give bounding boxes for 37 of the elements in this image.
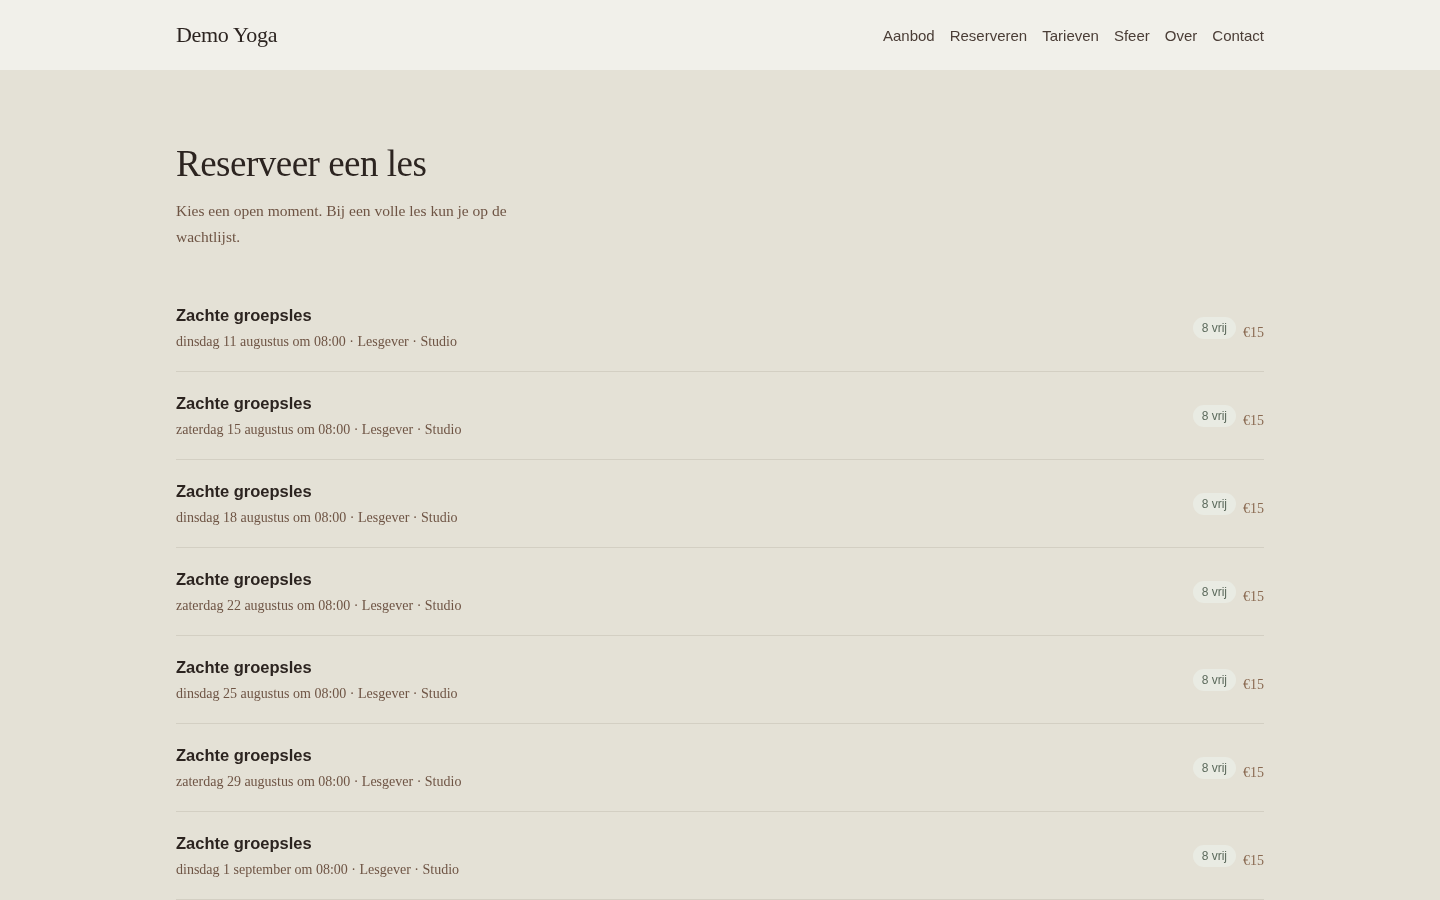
class-details: dinsdag 18 augustus om 08:00 · Lesgever · Studio	[176, 509, 458, 527]
nav-link[interactable]: Tarieven	[1042, 26, 1099, 44]
price: €15	[1243, 853, 1264, 869]
nav-link[interactable]: Reserveren	[949, 26, 1028, 44]
availability-badge: 8 vrij	[1192, 757, 1236, 779]
availability-badge: 8 vrij	[1192, 669, 1236, 691]
site-logo[interactable]: Demo Yoga	[176, 22, 278, 48]
price: €15	[1243, 765, 1264, 781]
class-details: zaterdag 29 augustus om 08:00 · Lesgever · Studio	[176, 773, 462, 791]
class-title: Zachte groepsles	[176, 833, 313, 854]
nav-link[interactable]: Over	[1164, 26, 1198, 44]
class-title: Zachte groepsles	[176, 657, 313, 678]
availability-badge: 8 vrij	[1192, 581, 1236, 603]
price: €15	[1243, 589, 1264, 605]
intro-text: Kies een open moment. Bij een volle les kun je op de wachtlijst.	[176, 201, 508, 247]
class-details: dinsdag 25 augustus om 08:00 · Lesgever · Studio	[176, 685, 458, 703]
class-title: Zachte groepsles	[176, 569, 313, 590]
availability-badge: 8 vrij	[1192, 845, 1236, 867]
class-title: Zachte groepsles	[176, 393, 313, 414]
class-title: Zachte groepsles	[176, 481, 313, 502]
availability-badge: 8 vrij	[1192, 493, 1236, 515]
availability-badge: 8 vrij	[1192, 317, 1236, 339]
nav-link[interactable]: Contact	[1212, 26, 1264, 44]
class-details: zaterdag 22 augustus om 08:00 · Lesgever · Studio	[176, 597, 462, 615]
price: €15	[1243, 501, 1264, 517]
page-title: Reserveer een les	[176, 142, 428, 186]
availability-badge: 8 vrij	[1192, 405, 1236, 427]
class-title: Zachte groepsles	[176, 305, 313, 326]
price: €15	[1243, 413, 1264, 429]
price: €15	[1243, 325, 1264, 341]
class-details: dinsdag 1 september om 08:00 · Lesgever · Studio	[176, 861, 460, 879]
class-title: Zachte groepsles	[176, 745, 313, 766]
price: €15	[1243, 677, 1264, 693]
class-details: dinsdag 11 augustus om 08:00 · Lesgever · Studio	[176, 333, 457, 351]
class-details: zaterdag 15 augustus om 08:00 · Lesgever · Studio	[176, 421, 462, 439]
nav-link[interactable]: Aanbod	[882, 26, 935, 44]
nav-link[interactable]: Sfeer	[1113, 26, 1150, 44]
